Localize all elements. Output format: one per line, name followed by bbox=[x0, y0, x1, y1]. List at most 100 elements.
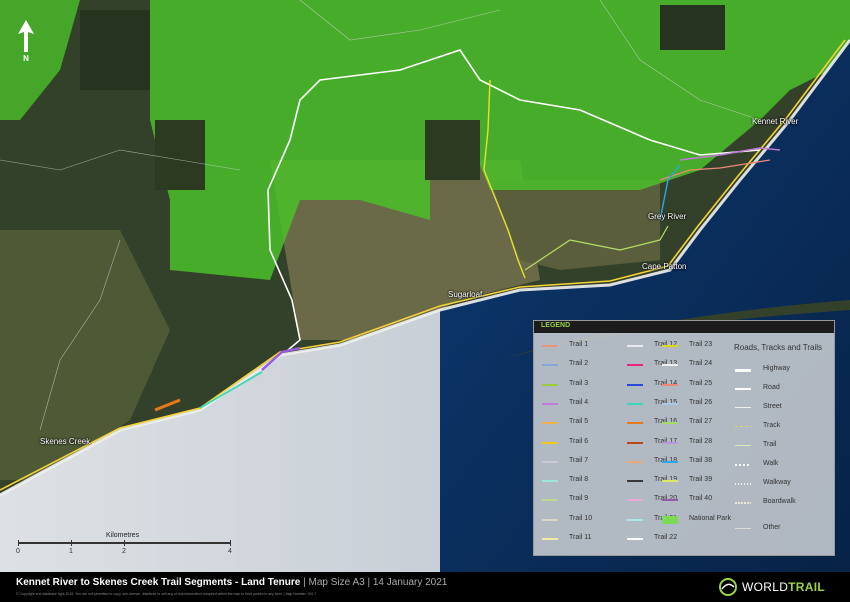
legend-swatch bbox=[662, 515, 678, 524]
legend-label: National Park bbox=[689, 514, 732, 522]
legend-swatch bbox=[542, 383, 558, 386]
copyright-text: © Copyright and database right 2019. You… bbox=[16, 592, 317, 596]
legend-label: Trail 39 bbox=[689, 476, 713, 484]
legend-label: Trail 38 bbox=[689, 456, 713, 464]
legend-swatch bbox=[627, 402, 643, 405]
legend-label: Trail 1 bbox=[569, 341, 589, 348]
legend-label: Trail 23 bbox=[689, 341, 713, 348]
legend-road-label: Boardwalk bbox=[763, 498, 796, 505]
legend-swatch bbox=[662, 422, 678, 425]
legend-road-label: Track bbox=[763, 422, 781, 429]
legend-swatch bbox=[662, 460, 678, 463]
legend-road-label: Other bbox=[763, 524, 781, 531]
legend-panel: LEGEND Trail 1 Trail 2 Trail 3 Trail 4 Trail… bbox=[533, 320, 835, 556]
legend-road-label: Trail bbox=[763, 441, 777, 448]
legend-road-swatch bbox=[735, 388, 751, 390]
place-label-cape-patton: Cape Patton bbox=[642, 262, 687, 271]
legend-road-swatch bbox=[735, 445, 751, 446]
legend-label: Trail 24 bbox=[689, 360, 713, 368]
scale-tick-label: 1 bbox=[69, 548, 73, 555]
legend-swatch bbox=[542, 441, 558, 444]
legend-label: Trail 25 bbox=[689, 379, 713, 387]
legend-label: Trail 10 bbox=[569, 514, 593, 522]
legend-label: Trail 40 bbox=[689, 495, 713, 503]
legend-label: Trail 7 bbox=[569, 456, 589, 464]
legend-swatch bbox=[662, 383, 678, 386]
legend-title: LEGEND bbox=[541, 322, 571, 329]
scale-tick bbox=[18, 540, 19, 546]
legend-swatch bbox=[627, 441, 643, 444]
legend-road-label: Highway bbox=[763, 365, 790, 372]
north-arrow-icon bbox=[18, 20, 34, 52]
scale-tick-label: 4 bbox=[228, 548, 232, 555]
map-date: 14 January 2021 bbox=[372, 577, 448, 588]
legend-road-swatch bbox=[735, 407, 751, 408]
legend-swatch bbox=[662, 441, 678, 444]
map-size: Map Size A3 bbox=[308, 577, 365, 588]
legend-swatch bbox=[627, 480, 643, 483]
legend-roads-title: Roads, Tracks and Trails bbox=[734, 343, 823, 352]
legend-road-swatch bbox=[735, 502, 751, 504]
map-canvas[interactable]: Kennet River Grey River Cape Patton Suga… bbox=[0, 0, 850, 572]
legend-road-swatch bbox=[735, 528, 751, 529]
forest-block bbox=[660, 5, 725, 50]
legend-road-swatch bbox=[735, 483, 751, 485]
legend-swatch bbox=[542, 518, 558, 521]
place-label-kennet-river: Kennet River bbox=[752, 117, 799, 126]
legend-label: Trail 11 bbox=[569, 534, 592, 541]
legend-label: Trail 4 bbox=[569, 398, 589, 406]
place-label-skenes-creek: Skenes Creek bbox=[40, 437, 91, 446]
legend-swatch bbox=[662, 480, 678, 483]
legend-swatch bbox=[627, 345, 643, 347]
north-arrow: N bbox=[14, 18, 38, 68]
scale-bar: Kilometres 0 1 2 4 bbox=[16, 532, 236, 562]
legend-label: Trail 3 bbox=[569, 379, 589, 387]
legend-swatch bbox=[627, 499, 643, 502]
legend-swatch bbox=[542, 499, 558, 502]
scale-tick bbox=[230, 540, 231, 546]
legend-road-label: Walk bbox=[763, 460, 779, 467]
forest-block bbox=[80, 10, 150, 90]
legend-swatch bbox=[662, 499, 678, 502]
legend-swatch bbox=[662, 402, 678, 405]
legend-road-label: Street bbox=[763, 403, 782, 410]
legend-swatch bbox=[662, 364, 678, 367]
place-label-sugarloaf: Sugarloaf bbox=[448, 290, 483, 299]
scale-tick-label: 0 bbox=[16, 548, 20, 555]
legend-road-swatch bbox=[735, 369, 751, 372]
legend-label: Trail 22 bbox=[654, 534, 678, 541]
legend-swatch bbox=[627, 422, 643, 425]
scale-tick-label: 2 bbox=[122, 548, 126, 555]
legend-swatch bbox=[542, 460, 558, 463]
legend-road-swatch bbox=[735, 464, 751, 466]
legend-swatch bbox=[627, 383, 643, 386]
forest-block bbox=[155, 120, 205, 190]
legend-swatch bbox=[627, 538, 643, 540]
legend-label: Trail 6 bbox=[569, 437, 589, 445]
legend-label: Trail 8 bbox=[569, 476, 589, 484]
legend-label: Trail 2 bbox=[569, 360, 589, 368]
legend-swatch bbox=[627, 364, 643, 367]
legend-swatch bbox=[542, 402, 558, 405]
worldtrail-logo-text: WORLDTRAIL bbox=[742, 580, 825, 594]
legend-road-swatch bbox=[735, 426, 751, 427]
scale-tick bbox=[124, 540, 125, 546]
legend-swatch bbox=[542, 364, 558, 367]
legend-swatch bbox=[542, 538, 558, 540]
legend-swatch bbox=[542, 345, 558, 347]
legend-label: Trail 26 bbox=[689, 398, 713, 406]
forest-block bbox=[425, 120, 480, 180]
legend-header: LEGEND bbox=[534, 321, 834, 333]
legend-swatch bbox=[662, 345, 678, 347]
place-label-grey-river: Grey River bbox=[648, 212, 687, 221]
legend-road-label: Walkway bbox=[763, 479, 791, 486]
legend-road-label: Road bbox=[763, 384, 780, 391]
legend-swatch bbox=[542, 480, 558, 483]
worldtrail-logo: WORLDTRAIL bbox=[718, 577, 838, 597]
worldtrail-logo-icon bbox=[719, 578, 737, 596]
map-title-text: Kennet River to Skenes Creek Trail Segme… bbox=[16, 577, 301, 588]
legend-label: Trail 27 bbox=[689, 418, 713, 426]
legend-label: Trail 5 bbox=[569, 418, 589, 426]
legend-swatch bbox=[627, 518, 643, 521]
scale-tick bbox=[71, 540, 72, 546]
